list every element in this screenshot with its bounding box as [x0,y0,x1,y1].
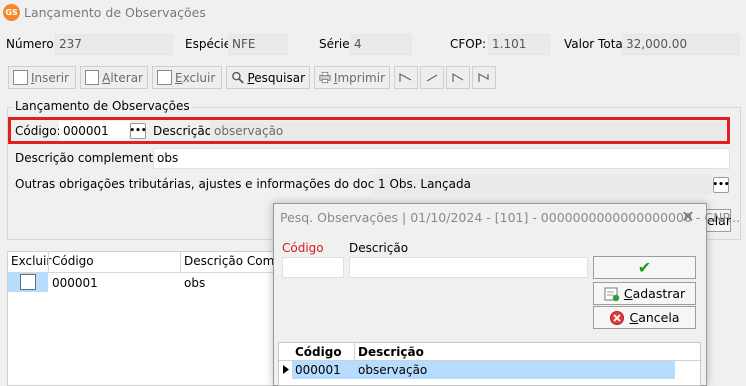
cfop-field: 1.101 [488,34,550,55]
outras-obrigacoes-label: Outras obrigações tributárias, ajustes e… [15,177,425,191]
last-record-icon[interactable] [472,66,496,89]
filter-descricao-label: Descrição [349,241,409,255]
group-title: Lançamento de Observações [13,99,192,113]
first-record-icon[interactable] [394,66,418,89]
header-divider [8,272,283,273]
results-column-codigo[interactable]: Código [295,345,342,359]
dialog-title: Pesq. Observações | 01/10/2024 - [101] -… [280,210,740,225]
column-descricao-complementar[interactable]: Descrição Compl [184,254,285,268]
serie-field: 4 [350,34,412,55]
app-logo-icon: GS [3,4,20,21]
delete-icon [157,70,172,85]
filter-codigo-input[interactable] [282,257,344,278]
column-separator [48,251,49,272]
descricao-complementar-input[interactable]: obs [153,148,730,169]
confirm-button[interactable]: ✔ [593,256,696,279]
numero-label: Número: [6,37,58,51]
table-row-descricao[interactable]: obs [184,276,205,290]
prior-record-icon[interactable] [420,66,444,89]
row-pointer-icon [283,365,289,374]
excluir-checkbox[interactable] [20,274,36,290]
descricao-complementar-label: Descrição complementar: [15,151,170,165]
highlight-box [8,117,730,144]
especie-field: NFE [228,34,288,55]
table-row-codigo[interactable]: 000001 [52,276,98,290]
cancela-button[interactable]: Cancela [593,306,696,329]
register-icon [604,287,620,301]
outras-obrigacoes-field: 1 Obs. Lançada [374,174,712,195]
cadastrar-button[interactable]: Cadastrar [593,282,696,305]
alterar-button[interactable]: Alterar [80,66,148,89]
cfop-label: CFOP: [450,37,487,51]
column-codigo[interactable]: Código [52,254,94,268]
results-column-descricao[interactable]: Descrição [358,345,424,359]
column-excluir[interactable]: Excluir [11,254,51,268]
numero-field: 237 [55,34,173,55]
results-row-codigo[interactable]: 000001 [295,363,341,377]
serie-label: Série: [319,37,354,51]
search-icon [232,71,244,84]
close-icon[interactable]: ✕ [679,206,697,226]
printer-icon [319,71,331,84]
pesquisar-button[interactable]: Pesquisar [226,66,310,89]
excluir-button[interactable]: Excluir [152,66,222,89]
window-title: Lançamento de Observações [24,5,206,20]
checkmark-icon: ✔ [637,258,652,277]
next-record-icon[interactable] [446,66,470,89]
cancel-icon [610,310,625,325]
inserir-button[interactable]: Inserir [8,66,76,89]
edit-icon [85,70,100,85]
valor-total-label: Valor Total: [564,37,631,51]
imprimir-button[interactable]: Imprimir [314,66,390,89]
results-row-descricao[interactable]: observação [358,363,427,377]
filter-descricao-input[interactable] [349,257,588,278]
results-row-selection [292,361,675,379]
insert-icon [13,70,28,85]
column-separator [180,251,181,272]
outras-obrigacoes-lookup-button[interactable]: ••• [712,177,730,193]
filter-codigo-label: Código [282,241,324,255]
valor-total-field: 32,000.00 [622,34,740,55]
